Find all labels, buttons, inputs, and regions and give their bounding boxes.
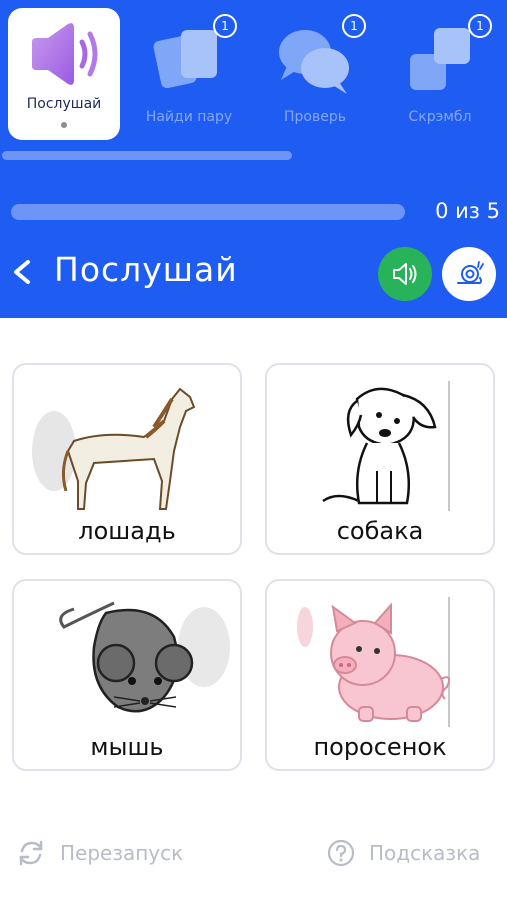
page-title: Послушай [54, 250, 238, 289]
squares-icon [410, 28, 470, 90]
top-panel: Послушай 1 Найди пару 1 Проверь 1 Скрэмб… [0, 0, 507, 318]
snail-icon [457, 261, 484, 284]
cards-icon [153, 30, 217, 89]
active-tab-dot [61, 122, 67, 128]
hint-button[interactable]: Подсказка [326, 838, 496, 870]
pig-image [297, 597, 450, 727]
progress-bar [11, 204, 405, 220]
tabs-scrollbar[interactable] [2, 151, 292, 160]
tab-check-label: Проверь [284, 109, 346, 125]
word-card-pig[interactable]: поросенок [265, 579, 495, 771]
tab-listen[interactable]: Послушай [8, 8, 120, 140]
tab-find-pair-label: Найди пару [145, 109, 233, 125]
horse-image [32, 387, 196, 510]
word-label: мышь [90, 733, 164, 761]
play-sound-button[interactable] [378, 247, 432, 301]
restart-icon [19, 840, 43, 866]
back-arrow-icon[interactable] [8, 254, 38, 290]
question-circle-icon [327, 839, 355, 867]
tab-find-pair[interactable]: 1 Найди пару [133, 8, 245, 140]
tab-find-pair-badge: 1 [213, 14, 237, 38]
dog-image [322, 381, 450, 511]
word-label: лошадь [78, 517, 176, 545]
tab-scramble[interactable]: 1 Скрэмбл [384, 8, 496, 140]
mouse-image [59, 601, 230, 713]
word-card-horse[interactable]: лошадь [12, 363, 242, 555]
word-card-mouse[interactable]: мышь [12, 579, 242, 771]
progress-text: 0 из 5 [435, 199, 500, 223]
restart-label: Перезапуск [60, 841, 184, 865]
restart-button[interactable]: Перезапуск [16, 838, 206, 870]
word-label: собака [336, 517, 424, 545]
speaker-icon [32, 23, 98, 85]
tab-scramble-badge: 1 [468, 14, 492, 38]
tab-listen-label: Послушай [26, 96, 102, 112]
tab-scramble-label: Скрэмбл [408, 109, 472, 125]
word-label: поросенок [313, 733, 447, 761]
speaker-icon [393, 263, 417, 285]
tab-check[interactable]: 1 Проверь [259, 8, 371, 140]
hint-label: Подсказка [369, 841, 481, 865]
tab-check-badge: 1 [342, 14, 366, 38]
word-card-dog[interactable]: собака [265, 363, 495, 555]
chat-bubbles-icon [279, 30, 349, 94]
slow-speed-button[interactable] [442, 247, 496, 301]
